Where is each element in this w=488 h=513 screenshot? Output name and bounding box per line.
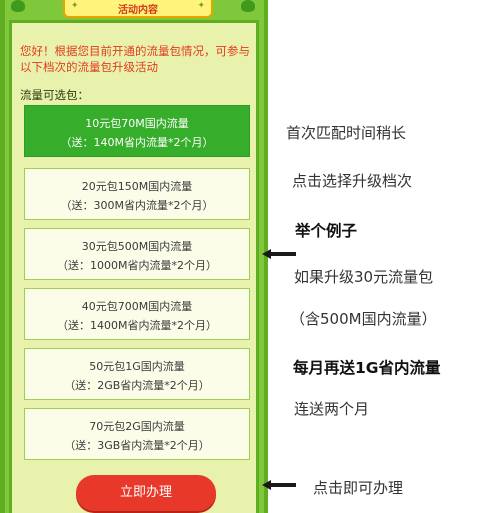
package-title: 70元包2G国内流量 (89, 420, 185, 433)
package-title: 30元包500M国内流量 (81, 240, 193, 253)
package-title: 20元包150M国内流量 (81, 180, 193, 193)
note-first-match: 首次匹配时间稍长 (286, 124, 407, 142)
arrow-left-icon (262, 249, 296, 259)
top-decoration: ✦ 活动内容 ✦ (5, 0, 264, 20)
package-bonus: （送：1400M省内流量*2个月） (57, 319, 217, 332)
activity-card: 您好！根据您目前开通的流量包情况，可参与以下档次的流量包升级活动 流量可选包： … (9, 20, 259, 513)
package-bonus: （送：3GB省内流量*2个月） (64, 439, 210, 452)
arrow-left-icon (262, 480, 296, 490)
package-title: 40元包700M国内流量 (81, 300, 193, 313)
package-title: 50元包1G国内流量 (89, 360, 185, 373)
package-option-40[interactable]: 40元包700M国内流量 （送：1400M省内流量*2个月） (24, 288, 250, 340)
tree-icon (241, 0, 255, 12)
package-option-50[interactable]: 50元包1G国内流量 （送：2GB省内流量*2个月） (24, 348, 250, 400)
package-option-70[interactable]: 70元包2G国内流量 （送：3GB省内流量*2个月） (24, 408, 250, 460)
note-click-to-apply: 点击即可办理 (313, 479, 404, 497)
package-bonus: （送：140M省内流量*2个月） (60, 136, 214, 149)
sparkle-icon: ✦ (197, 1, 205, 11)
note-example-line1: 如果升级30元流量包 (294, 268, 434, 286)
note-example-line2: （含500M国内流量） (290, 310, 437, 328)
package-title: 10元包70M国内流量 (85, 117, 189, 130)
note-example-heading: 举个例子 (295, 222, 358, 240)
package-bonus: （送：1000M省内流量*2个月） (57, 259, 217, 272)
package-bonus: （送：300M省内流量*2个月） (60, 199, 214, 212)
package-option-30[interactable]: 30元包500M国内流量 （送：1000M省内流量*2个月） (24, 228, 250, 280)
note-select-tier: 点击选择升级档次 (292, 172, 413, 190)
package-list-label: 流量可选包： (20, 88, 89, 102)
package-option-10[interactable]: 10元包70M国内流量 （送：140M省内流量*2个月） (24, 105, 250, 157)
apply-now-button[interactable]: 立即办理 (76, 475, 216, 511)
phone-screenshot-panel: ✦ 活动内容 ✦ 您好！根据您目前开通的流量包情况，可参与以下档次的流量包升级活… (0, 0, 268, 513)
note-example-bonus: 每月再送1G省内流量 (293, 359, 441, 377)
activity-banner: ✦ 活动内容 ✦ (63, 0, 213, 18)
tree-icon (11, 0, 25, 12)
package-bonus: （送：2GB省内流量*2个月） (64, 379, 210, 392)
intro-text: 您好！根据您目前开通的流量包情况，可参与以下档次的流量包升级活动 (20, 44, 250, 74)
banner-title: 活动内容 (118, 5, 158, 16)
package-option-20[interactable]: 20元包150M国内流量 （送：300M省内流量*2个月） (24, 168, 250, 220)
note-example-duration: 连送两个月 (294, 400, 370, 418)
